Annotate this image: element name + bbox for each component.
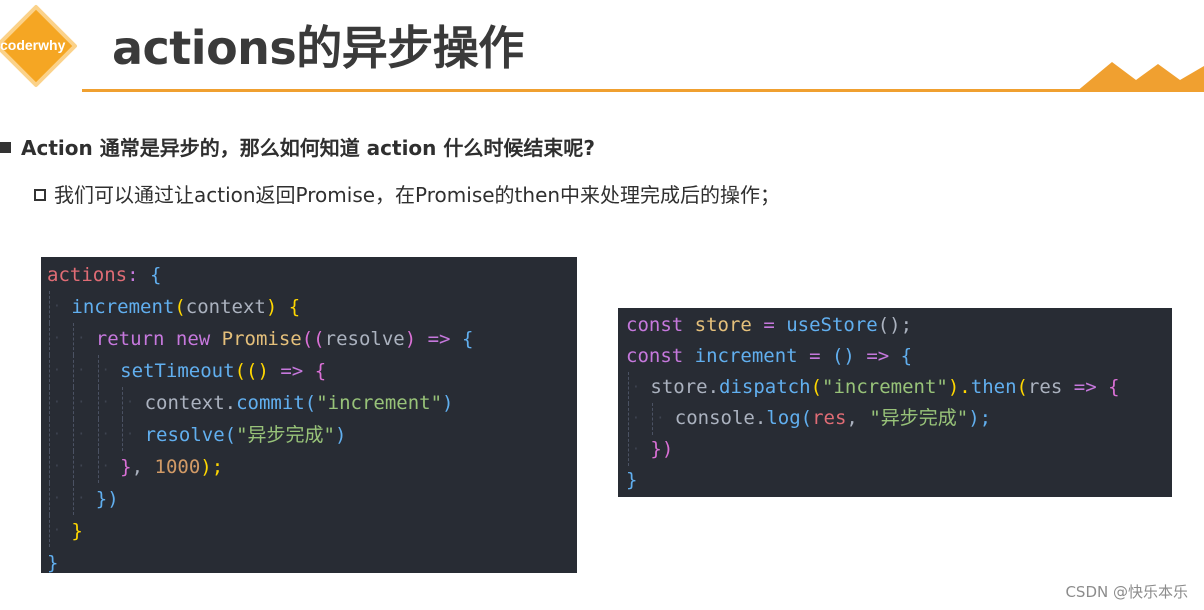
code-token: { bbox=[314, 360, 327, 382]
code-token: ); bbox=[200, 456, 224, 478]
code-token: "increment" bbox=[822, 376, 948, 398]
code-token: => bbox=[866, 345, 890, 367]
logo-text: coderwhy bbox=[0, 37, 66, 53]
code-token: : bbox=[127, 264, 150, 286]
code-token: ) bbox=[334, 424, 347, 446]
code-token: } bbox=[47, 552, 59, 574]
code-token: (); bbox=[877, 314, 913, 336]
code-line: store.dispatch("increment").then(res => … bbox=[626, 372, 1172, 404]
code-block-actions: actions: { increment(context) { return n… bbox=[41, 257, 577, 574]
code-token: "异步完成" bbox=[869, 407, 969, 429]
code-token: { bbox=[1108, 376, 1120, 398]
code-token: . bbox=[754, 407, 767, 429]
code-token: = bbox=[763, 314, 775, 336]
code-token: context bbox=[185, 296, 266, 318]
code-token: resolve bbox=[324, 328, 405, 350]
code-line: const store = useStore(); bbox=[626, 310, 1172, 341]
code-token: ( bbox=[174, 296, 186, 318]
code-token: { bbox=[461, 328, 474, 350]
filled-square-bullet-icon bbox=[0, 142, 11, 153]
code-token: then bbox=[970, 376, 1017, 398]
code-token: const bbox=[626, 345, 684, 367]
code-token: dispatch bbox=[719, 376, 811, 398]
bullet-level2: 我们可以通过让action返回Promise，在Promise的then中来处理… bbox=[34, 179, 780, 208]
code-token: increment bbox=[71, 296, 175, 318]
header-divider bbox=[82, 89, 1204, 92]
code-line: } bbox=[626, 465, 1172, 496]
code-line: } bbox=[47, 547, 577, 579]
code-block-store-dispatch: const store = useStore(); const incremen… bbox=[618, 308, 1172, 497]
code-token: "异步完成" bbox=[236, 424, 335, 446]
code-token: store bbox=[650, 376, 708, 398]
code-token: ) bbox=[265, 296, 278, 318]
code-token: ( bbox=[304, 392, 317, 414]
code-token: } bbox=[626, 469, 638, 491]
code-line: context.commit("increment") bbox=[47, 387, 577, 419]
code-line: setTimeout(() => { bbox=[47, 355, 577, 387]
bullet-level1-text: Action 通常是异步的，那么如何知道 action 什么时候结束呢? bbox=[21, 136, 595, 160]
code-line: }) bbox=[626, 434, 1172, 466]
code-line: console.log(res, "异步完成"); bbox=[626, 403, 1172, 435]
code-line: return new Promise((resolve) => { bbox=[47, 323, 577, 355]
code-token: resolve bbox=[144, 424, 225, 446]
code-token: 1000 bbox=[154, 456, 201, 478]
code-line: actions: { bbox=[47, 259, 577, 291]
code-token: ) bbox=[442, 392, 454, 414]
code-line: const increment = () => { bbox=[626, 341, 1172, 372]
bullet-level1: Action 通常是异步的，那么如何知道 action 什么时候结束呢? bbox=[0, 132, 595, 161]
code-token: actions bbox=[47, 264, 128, 286]
code-token: Promise bbox=[221, 328, 302, 350]
code-token: const bbox=[626, 314, 684, 336]
code-token: ). bbox=[947, 376, 971, 398]
code-line: resolve("异步完成") bbox=[47, 419, 577, 451]
code-token: return bbox=[95, 328, 165, 350]
code-token: increment bbox=[694, 345, 798, 367]
code-token: ( bbox=[224, 424, 237, 446]
page-title: actions的异步操作 bbox=[112, 21, 524, 75]
csdn-watermark: CSDN @快乐本乐 bbox=[1065, 583, 1188, 601]
code-token: res bbox=[1027, 376, 1063, 398]
code-token: setTimeout bbox=[120, 360, 235, 382]
code-token: ) bbox=[404, 328, 417, 350]
code-token: "increment" bbox=[316, 392, 443, 414]
code-token: () bbox=[831, 345, 855, 367]
code-token: , bbox=[846, 407, 870, 429]
code-line: } bbox=[47, 515, 577, 547]
code-token: console bbox=[674, 407, 755, 429]
mountain-decoration bbox=[1076, 62, 1204, 92]
code-line: }) bbox=[47, 483, 577, 515]
code-token: commit bbox=[236, 392, 305, 414]
code-line: }, 1000); bbox=[47, 451, 577, 483]
code-token: = bbox=[809, 345, 821, 367]
code-token: ( bbox=[800, 407, 813, 429]
code-token: log bbox=[766, 407, 801, 429]
bullet-level2-text: 我们可以通过让action返回Promise，在Promise的then中来处理… bbox=[54, 183, 781, 207]
code-token: { bbox=[900, 345, 913, 367]
code-token: ); bbox=[968, 407, 992, 429]
code-token: useStore bbox=[786, 314, 878, 336]
code-token: context bbox=[144, 392, 225, 414]
code-token: . bbox=[707, 376, 720, 398]
code-token: => bbox=[1073, 376, 1097, 398]
code-token: (( bbox=[301, 328, 325, 350]
code-token: => bbox=[427, 328, 451, 350]
coderwhy-logo: coderwhy bbox=[0, 4, 78, 88]
code-token: , bbox=[131, 456, 155, 478]
code-token: { bbox=[149, 264, 162, 286]
code-token: . bbox=[224, 392, 237, 414]
hollow-square-bullet-icon bbox=[34, 189, 46, 201]
code-token: new bbox=[175, 328, 211, 350]
code-token: (() bbox=[234, 360, 269, 382]
code-token: res bbox=[812, 407, 847, 429]
code-token: => bbox=[280, 360, 304, 382]
code-token: { bbox=[277, 296, 301, 318]
code-token: store bbox=[694, 314, 752, 336]
code-token: ( bbox=[1016, 376, 1028, 398]
code-line: increment(context) { bbox=[47, 291, 577, 323]
code-token: ( bbox=[810, 376, 823, 398]
